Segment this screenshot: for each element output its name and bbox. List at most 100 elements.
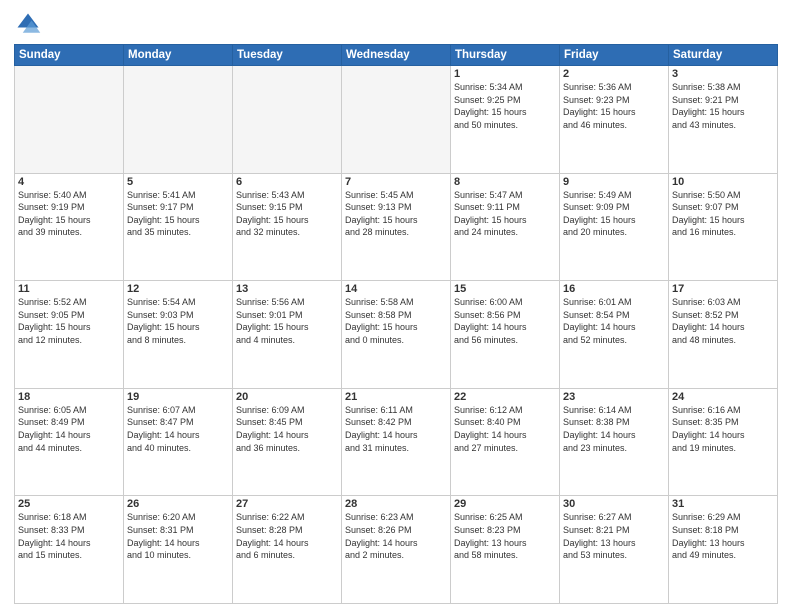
day-info: Sunrise: 5:50 AM Sunset: 9:07 PM Dayligh…: [672, 189, 774, 239]
day-header-sunday: Sunday: [15, 45, 124, 66]
day-number: 19: [127, 391, 229, 403]
day-info: Sunrise: 6:01 AM Sunset: 8:54 PM Dayligh…: [563, 296, 665, 346]
day-info: Sunrise: 6:00 AM Sunset: 8:56 PM Dayligh…: [454, 296, 556, 346]
calendar-cell: 28Sunrise: 6:23 AM Sunset: 8:26 PM Dayli…: [342, 496, 451, 604]
calendar-cell: 17Sunrise: 6:03 AM Sunset: 8:52 PM Dayli…: [669, 281, 778, 389]
day-number: 16: [563, 283, 665, 295]
calendar-cell: [342, 66, 451, 174]
day-info: Sunrise: 6:12 AM Sunset: 8:40 PM Dayligh…: [454, 404, 556, 454]
calendar-cell: 5Sunrise: 5:41 AM Sunset: 9:17 PM Daylig…: [124, 173, 233, 281]
day-number: 15: [454, 283, 556, 295]
day-number: 26: [127, 498, 229, 510]
day-info: Sunrise: 5:45 AM Sunset: 9:13 PM Dayligh…: [345, 189, 447, 239]
day-number: 23: [563, 391, 665, 403]
day-info: Sunrise: 5:58 AM Sunset: 8:58 PM Dayligh…: [345, 296, 447, 346]
day-info: Sunrise: 5:40 AM Sunset: 9:19 PM Dayligh…: [18, 189, 120, 239]
calendar-cell: [124, 66, 233, 174]
logo: [14, 10, 46, 38]
day-info: Sunrise: 5:47 AM Sunset: 9:11 PM Dayligh…: [454, 189, 556, 239]
day-number: 22: [454, 391, 556, 403]
day-number: 11: [18, 283, 120, 295]
day-number: 31: [672, 498, 774, 510]
calendar-cell: 30Sunrise: 6:27 AM Sunset: 8:21 PM Dayli…: [560, 496, 669, 604]
calendar-cell: [15, 66, 124, 174]
page: SundayMondayTuesdayWednesdayThursdayFrid…: [0, 0, 792, 612]
day-number: 24: [672, 391, 774, 403]
calendar-week-2: 4Sunrise: 5:40 AM Sunset: 9:19 PM Daylig…: [15, 173, 778, 281]
day-info: Sunrise: 6:20 AM Sunset: 8:31 PM Dayligh…: [127, 511, 229, 561]
calendar-week-1: 1Sunrise: 5:34 AM Sunset: 9:25 PM Daylig…: [15, 66, 778, 174]
calendar-cell: 14Sunrise: 5:58 AM Sunset: 8:58 PM Dayli…: [342, 281, 451, 389]
calendar-cell: 1Sunrise: 5:34 AM Sunset: 9:25 PM Daylig…: [451, 66, 560, 174]
day-number: 12: [127, 283, 229, 295]
day-number: 7: [345, 176, 447, 188]
calendar-header-row: SundayMondayTuesdayWednesdayThursdayFrid…: [15, 45, 778, 66]
calendar-cell: 24Sunrise: 6:16 AM Sunset: 8:35 PM Dayli…: [669, 388, 778, 496]
day-number: 2: [563, 68, 665, 80]
calendar-cell: 2Sunrise: 5:36 AM Sunset: 9:23 PM Daylig…: [560, 66, 669, 174]
day-number: 27: [236, 498, 338, 510]
day-info: Sunrise: 5:36 AM Sunset: 9:23 PM Dayligh…: [563, 81, 665, 131]
calendar-cell: 16Sunrise: 6:01 AM Sunset: 8:54 PM Dayli…: [560, 281, 669, 389]
day-info: Sunrise: 5:41 AM Sunset: 9:17 PM Dayligh…: [127, 189, 229, 239]
calendar-table: SundayMondayTuesdayWednesdayThursdayFrid…: [14, 44, 778, 604]
day-info: Sunrise: 5:52 AM Sunset: 9:05 PM Dayligh…: [18, 296, 120, 346]
day-info: Sunrise: 6:07 AM Sunset: 8:47 PM Dayligh…: [127, 404, 229, 454]
calendar-week-4: 18Sunrise: 6:05 AM Sunset: 8:49 PM Dayli…: [15, 388, 778, 496]
calendar-cell: 13Sunrise: 5:56 AM Sunset: 9:01 PM Dayli…: [233, 281, 342, 389]
calendar-cell: 4Sunrise: 5:40 AM Sunset: 9:19 PM Daylig…: [15, 173, 124, 281]
day-number: 9: [563, 176, 665, 188]
day-header-tuesday: Tuesday: [233, 45, 342, 66]
calendar-cell: 8Sunrise: 5:47 AM Sunset: 9:11 PM Daylig…: [451, 173, 560, 281]
calendar-cell: 15Sunrise: 6:00 AM Sunset: 8:56 PM Dayli…: [451, 281, 560, 389]
day-number: 28: [345, 498, 447, 510]
day-header-thursday: Thursday: [451, 45, 560, 66]
day-number: 3: [672, 68, 774, 80]
day-number: 21: [345, 391, 447, 403]
day-info: Sunrise: 5:43 AM Sunset: 9:15 PM Dayligh…: [236, 189, 338, 239]
day-header-monday: Monday: [124, 45, 233, 66]
calendar-cell: 25Sunrise: 6:18 AM Sunset: 8:33 PM Dayli…: [15, 496, 124, 604]
day-info: Sunrise: 6:22 AM Sunset: 8:28 PM Dayligh…: [236, 511, 338, 561]
calendar-cell: [233, 66, 342, 174]
day-info: Sunrise: 6:18 AM Sunset: 8:33 PM Dayligh…: [18, 511, 120, 561]
day-header-friday: Friday: [560, 45, 669, 66]
calendar-cell: 23Sunrise: 6:14 AM Sunset: 8:38 PM Dayli…: [560, 388, 669, 496]
day-info: Sunrise: 6:05 AM Sunset: 8:49 PM Dayligh…: [18, 404, 120, 454]
calendar-cell: 11Sunrise: 5:52 AM Sunset: 9:05 PM Dayli…: [15, 281, 124, 389]
calendar-cell: 31Sunrise: 6:29 AM Sunset: 8:18 PM Dayli…: [669, 496, 778, 604]
day-number: 25: [18, 498, 120, 510]
day-info: Sunrise: 6:03 AM Sunset: 8:52 PM Dayligh…: [672, 296, 774, 346]
logo-icon: [14, 10, 42, 38]
day-info: Sunrise: 5:38 AM Sunset: 9:21 PM Dayligh…: [672, 81, 774, 131]
day-info: Sunrise: 6:25 AM Sunset: 8:23 PM Dayligh…: [454, 511, 556, 561]
calendar-cell: 3Sunrise: 5:38 AM Sunset: 9:21 PM Daylig…: [669, 66, 778, 174]
day-info: Sunrise: 6:09 AM Sunset: 8:45 PM Dayligh…: [236, 404, 338, 454]
day-number: 14: [345, 283, 447, 295]
day-number: 17: [672, 283, 774, 295]
day-number: 20: [236, 391, 338, 403]
day-info: Sunrise: 6:11 AM Sunset: 8:42 PM Dayligh…: [345, 404, 447, 454]
calendar-cell: 21Sunrise: 6:11 AM Sunset: 8:42 PM Dayli…: [342, 388, 451, 496]
calendar-week-5: 25Sunrise: 6:18 AM Sunset: 8:33 PM Dayli…: [15, 496, 778, 604]
day-number: 30: [563, 498, 665, 510]
calendar-cell: 29Sunrise: 6:25 AM Sunset: 8:23 PM Dayli…: [451, 496, 560, 604]
day-number: 18: [18, 391, 120, 403]
calendar-cell: 26Sunrise: 6:20 AM Sunset: 8:31 PM Dayli…: [124, 496, 233, 604]
calendar-cell: 6Sunrise: 5:43 AM Sunset: 9:15 PM Daylig…: [233, 173, 342, 281]
calendar-cell: 10Sunrise: 5:50 AM Sunset: 9:07 PM Dayli…: [669, 173, 778, 281]
day-number: 29: [454, 498, 556, 510]
day-info: Sunrise: 5:34 AM Sunset: 9:25 PM Dayligh…: [454, 81, 556, 131]
calendar-week-3: 11Sunrise: 5:52 AM Sunset: 9:05 PM Dayli…: [15, 281, 778, 389]
calendar-cell: 22Sunrise: 6:12 AM Sunset: 8:40 PM Dayli…: [451, 388, 560, 496]
day-number: 4: [18, 176, 120, 188]
day-info: Sunrise: 6:27 AM Sunset: 8:21 PM Dayligh…: [563, 511, 665, 561]
day-info: Sunrise: 5:49 AM Sunset: 9:09 PM Dayligh…: [563, 189, 665, 239]
calendar-cell: 18Sunrise: 6:05 AM Sunset: 8:49 PM Dayli…: [15, 388, 124, 496]
day-number: 1: [454, 68, 556, 80]
day-number: 10: [672, 176, 774, 188]
day-number: 5: [127, 176, 229, 188]
day-info: Sunrise: 6:16 AM Sunset: 8:35 PM Dayligh…: [672, 404, 774, 454]
day-number: 6: [236, 176, 338, 188]
day-header-wednesday: Wednesday: [342, 45, 451, 66]
